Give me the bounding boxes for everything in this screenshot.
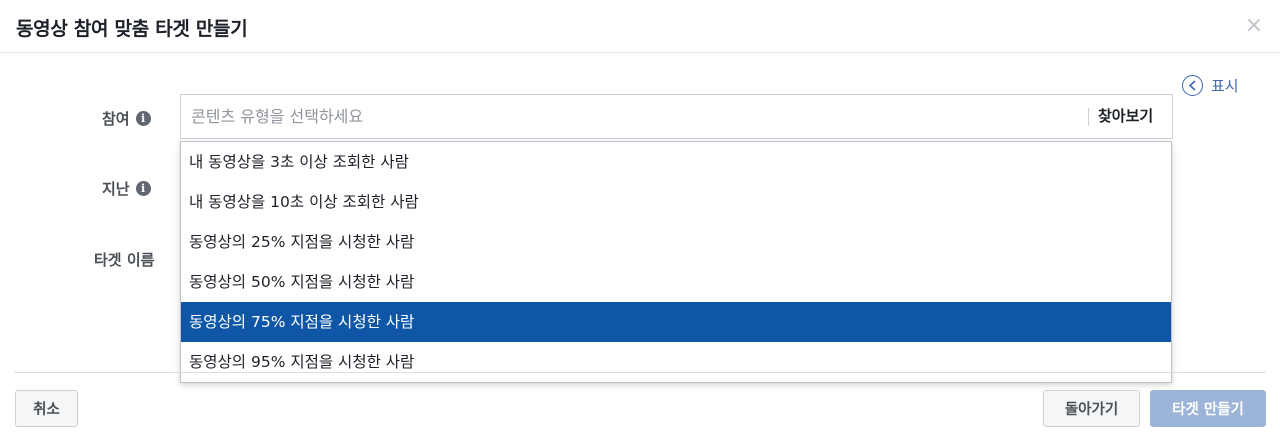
dropdown-option[interactable]: 내 동영상을 10초 이상 조회한 사람 xyxy=(181,182,1171,222)
info-icon[interactable]: i xyxy=(135,111,151,126)
retention-label: 지난 i xyxy=(102,178,151,199)
dialog-title: 동영상 참여 맞춤 타겟 만들기 xyxy=(16,18,248,40)
divider xyxy=(1088,108,1089,126)
show-link[interactable]: 표시 xyxy=(1182,74,1239,96)
dropdown-option[interactable]: 동영상의 50% 지점을 시청한 사람 xyxy=(181,262,1171,302)
show-link-label: 표시 xyxy=(1211,76,1239,95)
content-type-input[interactable] xyxy=(191,95,1071,138)
chevron-left-icon xyxy=(1182,74,1203,96)
dropdown-option[interactable]: 동영상의 25% 지점을 시청한 사람 xyxy=(181,222,1171,262)
dropdown-option-selected[interactable]: 동영상의 75% 지점을 시청한 사람 xyxy=(181,302,1171,342)
create-audience-button[interactable]: 타겟 만들기 xyxy=(1150,390,1266,427)
close-icon[interactable]: × xyxy=(1242,14,1266,38)
footer-divider xyxy=(14,372,1266,373)
engagement-label-text: 참여 xyxy=(102,110,130,128)
back-button[interactable]: 돌아가기 xyxy=(1043,390,1140,427)
audience-name-label-text: 타겟 이름 xyxy=(94,251,155,269)
dialog-header: 동영상 참여 맞춤 타겟 만들기 × xyxy=(0,0,1280,53)
content-type-dropdown: 내 동영상을 3초 이상 조회한 사람 내 동영상을 10초 이상 조회한 사람… xyxy=(180,141,1172,383)
dropdown-option[interactable]: 동영상의 95% 지점을 시청한 사람 xyxy=(181,342,1171,382)
retention-label-text: 지난 xyxy=(102,180,130,198)
dropdown-option[interactable]: 내 동영상을 3초 이상 조회한 사람 xyxy=(181,142,1171,182)
content-type-selector[interactable]: 찾아보기 xyxy=(180,94,1173,139)
info-icon[interactable]: i xyxy=(135,181,151,196)
browse-button[interactable]: 찾아보기 xyxy=(1098,95,1153,138)
engagement-label: 참여 i xyxy=(102,108,151,129)
audience-name-label: 타겟 이름 xyxy=(94,249,154,270)
cancel-button[interactable]: 취소 xyxy=(15,390,78,427)
chevron-left-glyph xyxy=(1188,79,1196,91)
